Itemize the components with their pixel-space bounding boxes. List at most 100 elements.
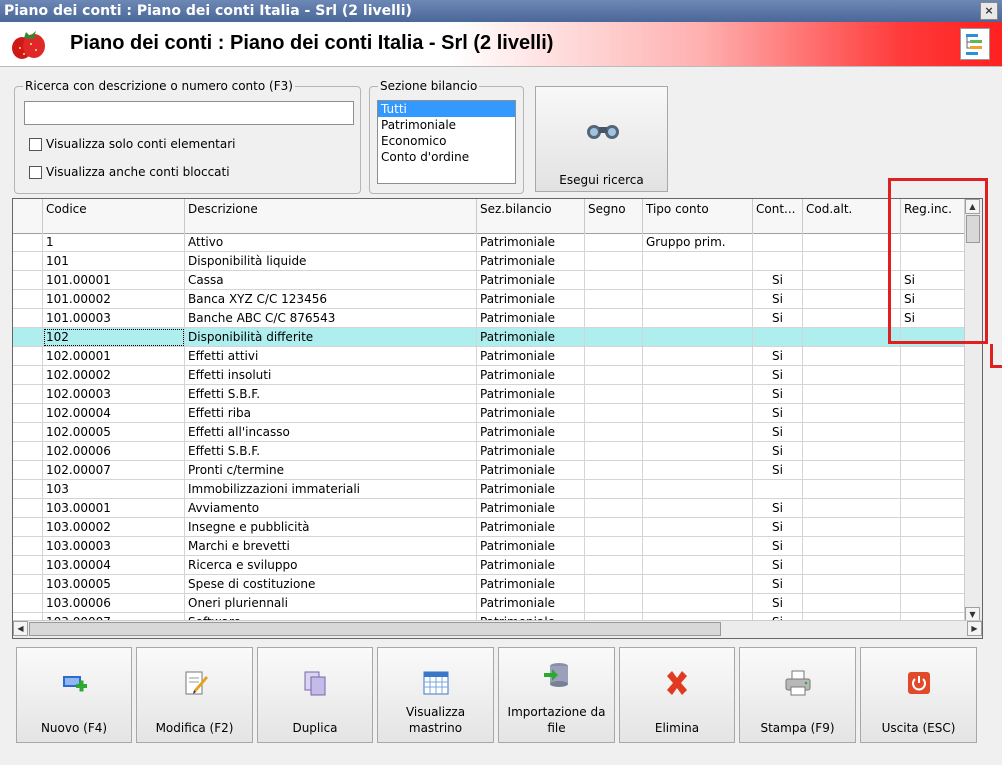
cell-segno[interactable] — [585, 309, 643, 328]
cell-tipo-conto[interactable]: Gruppo prim. — [643, 233, 753, 252]
cell-reg-inc[interactable] — [901, 575, 966, 594]
scroll-left-button[interactable]: ◀ — [13, 621, 28, 636]
cell-descrizione[interactable]: Effetti riba — [185, 404, 477, 423]
cell-descrizione[interactable]: Pronti c/termine — [185, 461, 477, 480]
cell-codice[interactable]: 102.00004 — [43, 404, 185, 423]
section-option-conto-ordine[interactable]: Conto d'ordine — [378, 149, 515, 165]
table-row[interactable]: 103.00006 Oneri pluriennali Patrimoniale Si — [13, 594, 966, 613]
cell-sez-bilancio[interactable]: Patrimoniale — [477, 575, 585, 594]
cell-cont[interactable] — [753, 233, 803, 252]
cell-cod-alt[interactable] — [803, 385, 901, 404]
table-row[interactable]: 103.00002 Insegne e pubblicità Patrimonial… — [13, 518, 966, 537]
cell-cod-alt[interactable] — [803, 480, 901, 499]
cell-cod-alt[interactable] — [803, 309, 901, 328]
cell-tipo-conto[interactable] — [643, 423, 753, 442]
row-selector[interactable] — [13, 518, 43, 537]
cell-tipo-conto[interactable] — [643, 328, 753, 347]
table-row[interactable]: 102.00003 Effetti S.B.F. Patrimoniale Si — [13, 385, 966, 404]
print-button[interactable]: Stampa (F9) — [739, 647, 856, 743]
cell-codice[interactable]: 103.00002 — [43, 518, 185, 537]
cell-codice[interactable]: 103.00005 — [43, 575, 185, 594]
cell-sez-bilancio[interactable]: Patrimoniale — [477, 423, 585, 442]
cell-cont[interactable]: Si — [753, 366, 803, 385]
cell-codice[interactable]: 1 — [43, 233, 185, 252]
cell-descrizione[interactable]: Effetti all'incasso — [185, 423, 477, 442]
cell-reg-inc[interactable] — [901, 518, 966, 537]
tree-view-icon[interactable] — [960, 28, 990, 60]
cell-cont[interactable]: Si — [753, 556, 803, 575]
cell-codice[interactable]: 103 — [43, 480, 185, 499]
col-header-sez-bilancio[interactable]: Sez.bilancio — [477, 199, 585, 233]
cell-cod-alt[interactable] — [803, 537, 901, 556]
cell-descrizione[interactable]: Attivo — [185, 233, 477, 252]
cell-tipo-conto[interactable] — [643, 499, 753, 518]
cell-descrizione[interactable]: Insegne e pubblicità — [185, 518, 477, 537]
exit-button[interactable]: Uscita (ESC) — [860, 647, 977, 743]
table-row[interactable]: 101.00003 Banche ABC C/C 876543 Patrimonia… — [13, 309, 966, 328]
cell-codice[interactable]: 102.00006 — [43, 442, 185, 461]
cell-reg-inc[interactable] — [901, 594, 966, 613]
cell-segno[interactable] — [585, 499, 643, 518]
table-row[interactable]: 101 Disponibilità liquide Patrimoniale — [13, 252, 966, 271]
row-selector[interactable] — [13, 366, 43, 385]
cell-cont[interactable] — [753, 328, 803, 347]
only-elementary-checkbox[interactable] — [29, 137, 42, 151]
cell-cod-alt[interactable] — [803, 499, 901, 518]
horizontal-scrollbar[interactable]: ◀ ▶ — [13, 620, 982, 638]
cell-sez-bilancio[interactable]: Patrimoniale — [477, 594, 585, 613]
cell-tipo-conto[interactable] — [643, 309, 753, 328]
cell-tipo-conto[interactable] — [643, 442, 753, 461]
cell-segno[interactable] — [585, 233, 643, 252]
cell-reg-inc[interactable] — [901, 480, 966, 499]
cell-segno[interactable] — [585, 556, 643, 575]
table-row[interactable]: 1 Attivo Patrimoniale Gruppo prim. — [13, 233, 966, 252]
row-selector[interactable] — [13, 290, 43, 309]
row-selector[interactable] — [13, 271, 43, 290]
cell-codice[interactable]: 102.00005 — [43, 423, 185, 442]
cell-sez-bilancio[interactable]: Patrimoniale — [477, 537, 585, 556]
cell-cont[interactable]: Si — [753, 271, 803, 290]
row-selector[interactable] — [13, 594, 43, 613]
cell-cod-alt[interactable] — [803, 518, 901, 537]
row-selector[interactable] — [13, 499, 43, 518]
cell-tipo-conto[interactable] — [643, 404, 753, 423]
cell-codice[interactable]: 101.00003 — [43, 309, 185, 328]
cell-cod-alt[interactable] — [803, 461, 901, 480]
row-selector[interactable] — [13, 480, 43, 499]
cell-sez-bilancio[interactable]: Patrimoniale — [477, 442, 585, 461]
table-row[interactable]: 102.00004 Effetti riba Patrimoniale Si — [13, 404, 966, 423]
row-selector[interactable] — [13, 385, 43, 404]
cell-cont[interactable]: Si — [753, 575, 803, 594]
cell-tipo-conto[interactable] — [643, 575, 753, 594]
cell-codice[interactable]: 102.00001 — [43, 347, 185, 366]
row-selector[interactable] — [13, 537, 43, 556]
cell-codice[interactable]: 101.00001 — [43, 271, 185, 290]
accounts-table[interactable]: Codice Descrizione Sez.bilancio Segno Ti… — [12, 198, 983, 639]
cell-tipo-conto[interactable] — [643, 594, 753, 613]
cell-segno[interactable] — [585, 423, 643, 442]
cell-segno[interactable] — [585, 442, 643, 461]
cell-cont[interactable] — [753, 480, 803, 499]
col-header-codice[interactable]: Codice — [43, 199, 185, 233]
cell-tipo-conto[interactable] — [643, 537, 753, 556]
row-selector[interactable] — [13, 423, 43, 442]
col-header-tipo-conto[interactable]: Tipo conto — [643, 199, 753, 233]
cell-codice[interactable]: 102.00002 — [43, 366, 185, 385]
table-row[interactable]: 102.00007 Pronti c/termine Patrimoniale Si — [13, 461, 966, 480]
cell-descrizione[interactable]: Effetti S.B.F. — [185, 442, 477, 461]
cell-segno[interactable] — [585, 252, 643, 271]
only-elementary-option[interactable]: Visualizza solo conti elementari — [29, 137, 236, 151]
cell-tipo-conto[interactable] — [643, 461, 753, 480]
cell-reg-inc[interactable] — [901, 366, 966, 385]
cell-cod-alt[interactable] — [803, 556, 901, 575]
cell-reg-inc[interactable] — [901, 404, 966, 423]
cell-cod-alt[interactable] — [803, 575, 901, 594]
cell-tipo-conto[interactable] — [643, 385, 753, 404]
window-close-button[interactable]: × — [980, 2, 998, 20]
cell-tipo-conto[interactable] — [643, 290, 753, 309]
cell-cod-alt[interactable] — [803, 404, 901, 423]
table-row[interactable]: 102.00006 Effetti S.B.F. Patrimoniale Si — [13, 442, 966, 461]
cell-descrizione[interactable]: Cassa — [185, 271, 477, 290]
cell-cont[interactable]: Si — [753, 499, 803, 518]
cell-segno[interactable] — [585, 271, 643, 290]
